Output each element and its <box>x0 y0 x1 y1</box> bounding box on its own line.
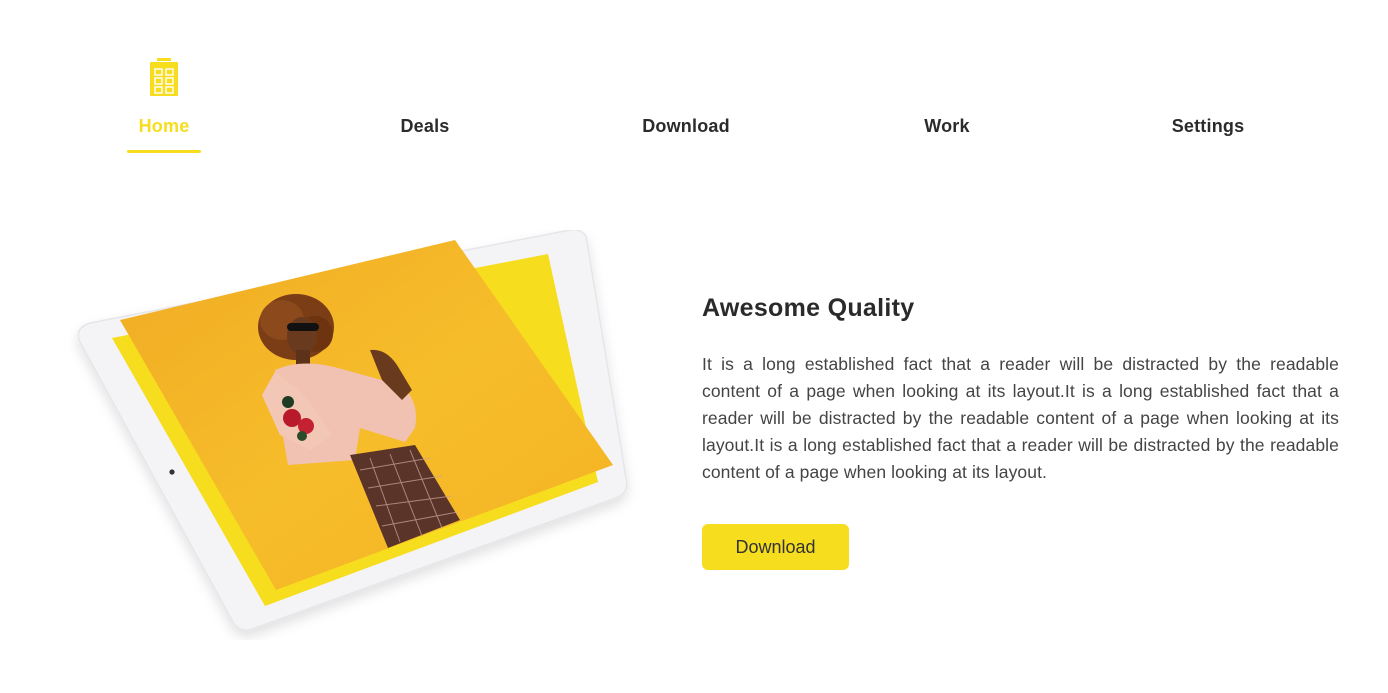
tablet-camera <box>169 469 175 475</box>
nav-label-download: Download <box>642 116 730 136</box>
nav-item-download[interactable]: Download <box>611 0 761 160</box>
nav-item-settings[interactable]: Settings <box>1133 0 1283 160</box>
nav-item-work[interactable]: Work <box>872 0 1022 160</box>
building-icon <box>150 58 178 96</box>
nav-label-work: Work <box>924 116 970 136</box>
download-button[interactable]: Download <box>702 524 849 570</box>
section-description: It is a long established fact that a rea… <box>702 354 1339 482</box>
page: Home Deals Download Work Settings Awesom… <box>0 0 1388 693</box>
feature-section: Awesome Quality It is a long established… <box>702 290 1339 570</box>
nav-label-settings: Settings <box>1171 116 1245 136</box>
nav-item-home[interactable]: Home <box>89 0 239 160</box>
top-nav: Home Deals Download Work Settings <box>0 0 1388 160</box>
nav-label-home: Home <box>138 116 190 136</box>
nav-item-deals[interactable]: Deals <box>350 0 500 160</box>
nav-label-deals: Deals <box>400 116 450 136</box>
section-heading: Awesome Quality <box>702 294 915 322</box>
active-tab-underline <box>127 150 201 153</box>
tablet-illustration <box>77 230 628 631</box>
